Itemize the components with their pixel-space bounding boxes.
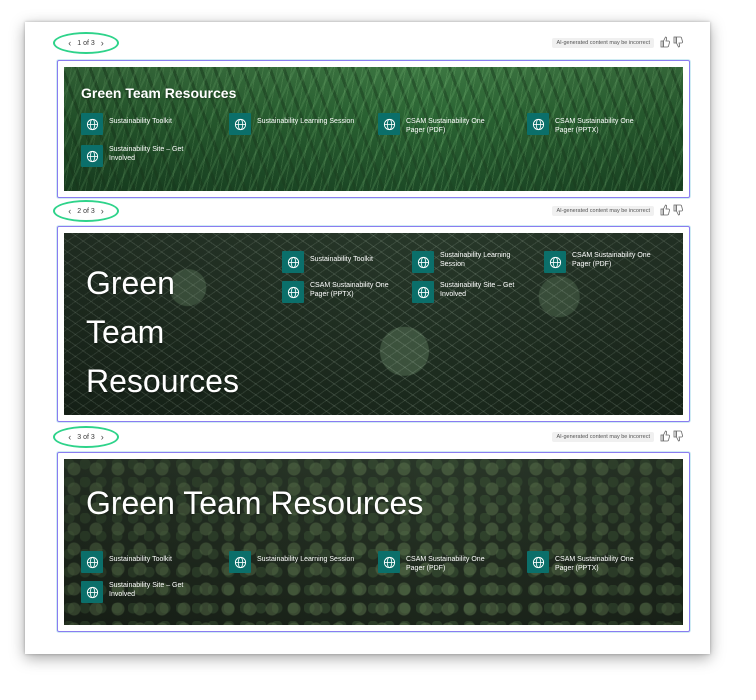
quick-link-label: CSAM Sustainability One Pager (PDF) bbox=[572, 252, 651, 268]
thumbs-down-icon[interactable] bbox=[673, 204, 683, 216]
variation-toolbar: ‹ 3 of 3 › AI-generated content may be i… bbox=[25, 426, 710, 448]
globe-icon bbox=[229, 113, 251, 135]
globe-icon bbox=[81, 145, 103, 167]
globe-icon bbox=[412, 251, 434, 273]
pager: ‹ 1 of 3 › bbox=[53, 32, 119, 54]
quick-link[interactable]: CSAM Sustainability One Pager (PPTX) bbox=[527, 113, 647, 135]
hero-banner: Green Team Resources Sustainability Tool… bbox=[64, 67, 683, 191]
quick-link[interactable]: CSAM Sustainability One Pager (PPTX) bbox=[282, 281, 396, 303]
hero-banner: Green Team Resources Sustainability Tool… bbox=[64, 459, 683, 625]
quick-link[interactable]: Sustainability Toolkit bbox=[81, 113, 201, 135]
pager-label: 2 of 3 bbox=[77, 207, 95, 215]
ai-disclaimer: AI-generated content may be incorrect bbox=[552, 432, 654, 442]
pager: ‹ 3 of 3 › bbox=[53, 426, 119, 448]
quick-link-label: Sustainability Learning Session bbox=[257, 118, 355, 125]
quick-link[interactable]: Sustainability Learning Session bbox=[229, 113, 367, 135]
thumbs-up-icon[interactable] bbox=[660, 204, 670, 216]
quick-link[interactable]: CSAM Sustainability One Pager (PPTX) bbox=[527, 551, 647, 573]
variation-3: ‹ 3 of 3 › AI-generated content may be i… bbox=[25, 426, 710, 640]
thumbs-up-icon[interactable] bbox=[660, 36, 670, 48]
hero-banner: Green Team Resources Sustainability Tool… bbox=[64, 233, 683, 415]
quick-links: Sustainability Toolkit Sustainability Le… bbox=[81, 551, 681, 611]
quick-link[interactable]: Sustainability Learning Session bbox=[412, 251, 520, 273]
quick-link-label: CSAM Sustainability One Pager (PPTX) bbox=[555, 118, 634, 134]
globe-icon bbox=[282, 251, 304, 273]
pager-label: 3 of 3 bbox=[77, 433, 95, 441]
quick-link[interactable]: Sustainability Site – Get Involved bbox=[81, 145, 201, 167]
ai-disclaimer: AI-generated content may be incorrect bbox=[552, 38, 654, 48]
chevron-right-icon[interactable]: › bbox=[101, 38, 104, 48]
variation-toolbar: ‹ 1 of 3 › AI-generated content may be i… bbox=[25, 32, 710, 54]
quick-link[interactable]: CSAM Sustainability One Pager (PDF) bbox=[544, 251, 658, 273]
quick-link-label: CSAM Sustainability One Pager (PDF) bbox=[406, 118, 485, 134]
globe-icon bbox=[81, 551, 103, 573]
variation-2: ‹ 2 of 3 › AI-generated content may be i… bbox=[25, 200, 710, 422]
chevron-right-icon[interactable]: › bbox=[101, 432, 104, 442]
quick-link[interactable]: CSAM Sustainability One Pager (PDF) bbox=[378, 551, 498, 573]
globe-icon bbox=[282, 281, 304, 303]
quick-link-label: Sustainability Toolkit bbox=[109, 118, 172, 125]
globe-icon bbox=[81, 113, 103, 135]
chevron-left-icon[interactable]: ‹ bbox=[68, 206, 71, 216]
chevron-left-icon[interactable]: ‹ bbox=[68, 432, 71, 442]
quick-link-label: Sustainability Learning Session bbox=[440, 252, 511, 268]
globe-icon bbox=[544, 251, 566, 273]
quick-link-label: Sustainability Toolkit bbox=[109, 556, 172, 563]
globe-icon bbox=[527, 113, 549, 135]
quick-link-label: Sustainability Site – Get Involved bbox=[440, 282, 515, 298]
quick-link-label: CSAM Sustainability One Pager (PPTX) bbox=[555, 556, 634, 572]
quick-link[interactable]: Sustainability Site – Get Involved bbox=[412, 281, 530, 303]
globe-icon bbox=[229, 551, 251, 573]
hero-title: Green Team Resources bbox=[81, 85, 237, 101]
quick-link-label: Sustainability Site – Get Involved bbox=[109, 582, 184, 598]
globe-icon bbox=[378, 113, 400, 135]
variation-toolbar: ‹ 2 of 3 › AI-generated content may be i… bbox=[25, 200, 710, 222]
thumbs-down-icon[interactable] bbox=[673, 36, 683, 48]
thumbs-down-icon[interactable] bbox=[673, 430, 683, 442]
hero-frame: Green Team Resources Sustainability Tool… bbox=[57, 452, 690, 632]
globe-icon bbox=[81, 581, 103, 603]
quick-link[interactable]: Sustainability Toolkit bbox=[81, 551, 201, 573]
chevron-left-icon[interactable]: ‹ bbox=[68, 38, 71, 48]
quick-link[interactable]: Sustainability Learning Session bbox=[229, 551, 367, 573]
quick-link-label: CSAM Sustainability One Pager (PPTX) bbox=[310, 282, 389, 298]
pager-label: 1 of 3 bbox=[77, 39, 95, 47]
chevron-right-icon[interactable]: › bbox=[101, 206, 104, 216]
globe-icon bbox=[412, 281, 434, 303]
globe-icon bbox=[378, 551, 400, 573]
quick-link[interactable]: Sustainability Toolkit bbox=[282, 251, 402, 273]
hero-title: Green Team Resources bbox=[86, 485, 424, 521]
pager: ‹ 2 of 3 › bbox=[53, 200, 119, 222]
quick-link[interactable]: CSAM Sustainability One Pager (PDF) bbox=[378, 113, 498, 135]
quick-link[interactable]: Sustainability Site – Get Involved bbox=[81, 581, 201, 603]
quick-link-label: Sustainability Site – Get Involved bbox=[109, 146, 184, 162]
ai-disclaimer: AI-generated content may be incorrect bbox=[552, 206, 654, 216]
variation-1: ‹ 1 of 3 › AI-generated content may be i… bbox=[25, 32, 710, 202]
hero-title: Green Team Resources bbox=[86, 265, 239, 399]
quick-links: Sustainability Toolkit Sustainability Le… bbox=[282, 251, 682, 321]
thumbs-up-icon[interactable] bbox=[660, 430, 670, 442]
hero-frame: Green Team Resources Sustainability Tool… bbox=[57, 226, 690, 422]
hero-frame: Green Team Resources Sustainability Tool… bbox=[57, 60, 690, 198]
globe-icon bbox=[527, 551, 549, 573]
quick-link-label: Sustainability Learning Session bbox=[257, 556, 355, 563]
quick-link-label: CSAM Sustainability One Pager (PDF) bbox=[406, 556, 485, 572]
quick-link-label: Sustainability Toolkit bbox=[310, 256, 373, 263]
quick-links: Sustainability Toolkit Sustainability Le… bbox=[81, 113, 681, 173]
page-card: ‹ 1 of 3 › AI-generated content may be i… bbox=[25, 22, 710, 654]
